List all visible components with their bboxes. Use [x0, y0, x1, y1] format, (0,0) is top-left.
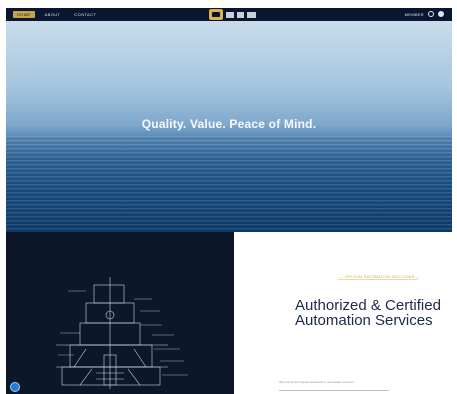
eyebrow-divider — [338, 279, 418, 280]
brand-wordmark-part — [226, 11, 234, 18]
ocean-waves-image — [6, 136, 452, 232]
user-icon[interactable] — [428, 11, 434, 17]
brand-wordmark-part — [247, 11, 256, 18]
hero-banner: Quality. Value. Peace of Mind. — [6, 21, 452, 232]
nav-contact-link[interactable]: CONTACT — [70, 11, 100, 18]
nav-about-link[interactable]: ABOUT — [41, 11, 65, 18]
menu-icon[interactable] — [438, 11, 444, 17]
subtext-divider — [279, 390, 389, 391]
blueprint-panel — [6, 232, 234, 394]
nav-actions: MEMBER — [405, 11, 444, 17]
section-headline: Authorized & Certified Automation Servic… — [295, 297, 441, 329]
section-subtext: We ensure the highest standards in autom… — [279, 380, 354, 384]
brand-wordmark-part — [237, 11, 244, 18]
page: HOME ABOUT CONTACT MEMBER Quality. Value… — [0, 0, 457, 394]
top-navigation: HOME ABOUT CONTACT MEMBER — [6, 8, 452, 21]
brand-logo-icon — [209, 9, 223, 20]
nav-links: HOME ABOUT CONTACT — [13, 11, 100, 18]
brand[interactable] — [209, 8, 265, 21]
services-panel: — OFFICIAL AUTOMATION SOLUTIONS — Author… — [234, 232, 457, 394]
hero-title: Quality. Value. Peace of Mind. — [141, 117, 317, 131]
nav-home-link[interactable]: HOME — [13, 11, 35, 18]
ship-blueprint-drawing — [56, 277, 188, 389]
member-link[interactable]: MEMBER — [405, 12, 424, 17]
help-icon[interactable] — [10, 382, 20, 392]
brand-wordmark — [226, 11, 256, 18]
